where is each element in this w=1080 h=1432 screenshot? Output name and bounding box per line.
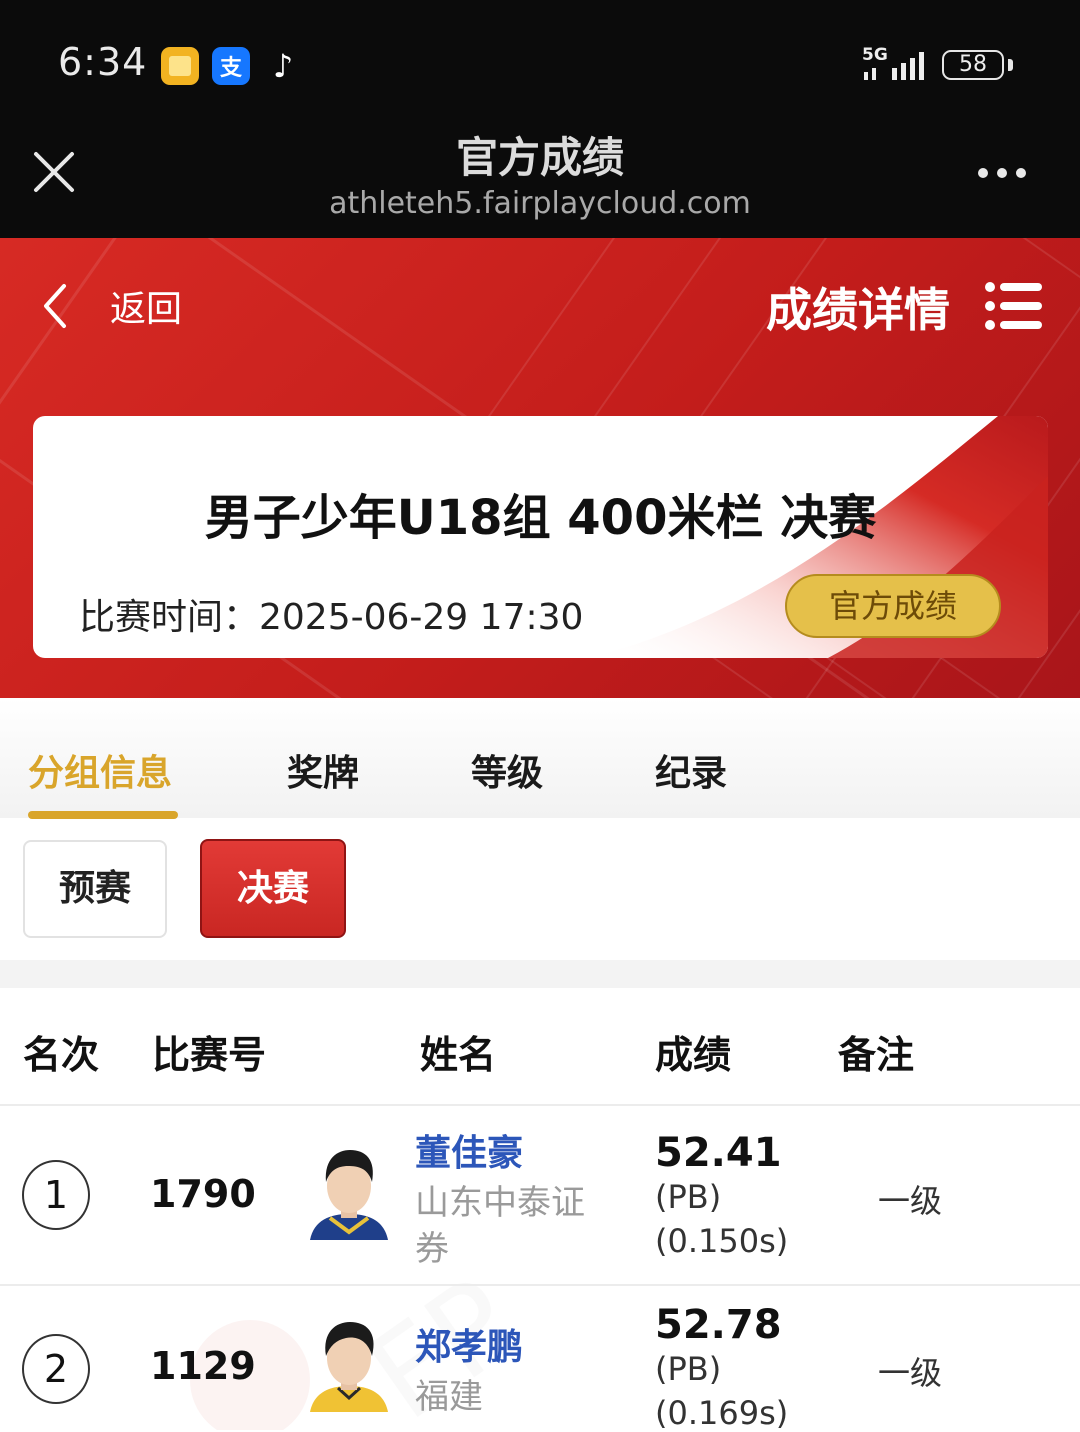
event-name: 男子少年U18组 400米栏 决赛 xyxy=(204,490,877,546)
rank-badge: 2 xyxy=(22,1334,90,1404)
round-final-button[interactable]: 决赛 xyxy=(200,839,346,938)
page-url: athleteh5.fairplaycloud.com xyxy=(329,186,751,221)
tab-levels[interactable]: 等级 xyxy=(471,744,543,796)
column-header-note: 备注 xyxy=(838,1033,915,1077)
column-header-rank: 名次 xyxy=(23,1033,100,1077)
official-results-button[interactable]: 官方成绩 xyxy=(785,574,1001,638)
active-tab-indicator xyxy=(28,811,178,819)
personal-best-tag: (PB) xyxy=(655,1178,722,1216)
tab-group-info[interactable]: 分组信息 xyxy=(28,744,172,796)
reaction-time: (0.150s) xyxy=(655,1222,789,1260)
column-header-name: 姓名 xyxy=(420,1033,497,1077)
back-label: 返回 xyxy=(110,289,183,330)
battery-level: 58 xyxy=(959,52,987,77)
page-title: 官方成绩 xyxy=(455,133,624,182)
tab-medals[interactable]: 奖牌 xyxy=(287,744,359,796)
browser-top-bar: 6:34 支 ♪ 5G 58 官方成绩 athleteh5.fairplaycl… xyxy=(0,0,1080,238)
row-divider xyxy=(0,1284,1080,1286)
bib-number: 1790 xyxy=(150,1172,256,1216)
event-card: 男子少年U18组 400米栏 决赛 比赛时间：2025-06-29 17:30 … xyxy=(33,416,1048,658)
reaction-time: (0.169s) xyxy=(655,1394,789,1432)
bib-number: 1129 xyxy=(150,1344,256,1388)
athlete-avatar xyxy=(310,1322,388,1412)
athlete-team: 山东中泰证券 xyxy=(415,1183,585,1269)
rank-badge: 1 xyxy=(22,1160,90,1230)
back-button[interactable]: 返回 xyxy=(40,280,230,332)
grade-note: 一级 xyxy=(878,1354,943,1392)
section-divider xyxy=(0,960,1080,988)
status-time: 6:34 xyxy=(58,40,148,84)
alipay-icon: 支 xyxy=(212,47,250,85)
chevron-left-icon xyxy=(44,284,66,328)
athlete-team: 福建 xyxy=(415,1377,483,1417)
athlete-name[interactable]: 董佳豪 xyxy=(415,1124,523,1176)
more-options-icon[interactable] xyxy=(978,164,1034,182)
column-header-result: 成绩 xyxy=(655,1033,732,1077)
tab-records[interactable]: 纪录 xyxy=(655,744,727,796)
result-time: 52.78 xyxy=(655,1302,782,1348)
result-time: 52.41 xyxy=(655,1130,782,1176)
personal-best-tag: (PB) xyxy=(655,1350,722,1388)
athlete-name[interactable]: 郑孝鹏 xyxy=(415,1318,523,1370)
header-title: 成绩详情 xyxy=(766,283,950,337)
column-header-bib: 比赛号 xyxy=(152,1033,267,1077)
athlete-avatar xyxy=(310,1150,388,1240)
network-type-label: 5G xyxy=(862,45,888,65)
tab-bar: 分组信息 奖牌 等级 纪录 xyxy=(0,698,1080,818)
notes-app-icon xyxy=(161,47,199,85)
signal-icon: 5G xyxy=(862,45,924,80)
tiktok-icon: ♪ xyxy=(272,47,294,85)
battery-nub xyxy=(1008,59,1013,71)
round-preliminary-button[interactable]: 预赛 xyxy=(23,840,167,938)
event-time: 比赛时间：2025-06-29 17:30 xyxy=(79,597,584,638)
menu-icon[interactable] xyxy=(984,281,1044,331)
grade-note: 一级 xyxy=(878,1182,943,1220)
